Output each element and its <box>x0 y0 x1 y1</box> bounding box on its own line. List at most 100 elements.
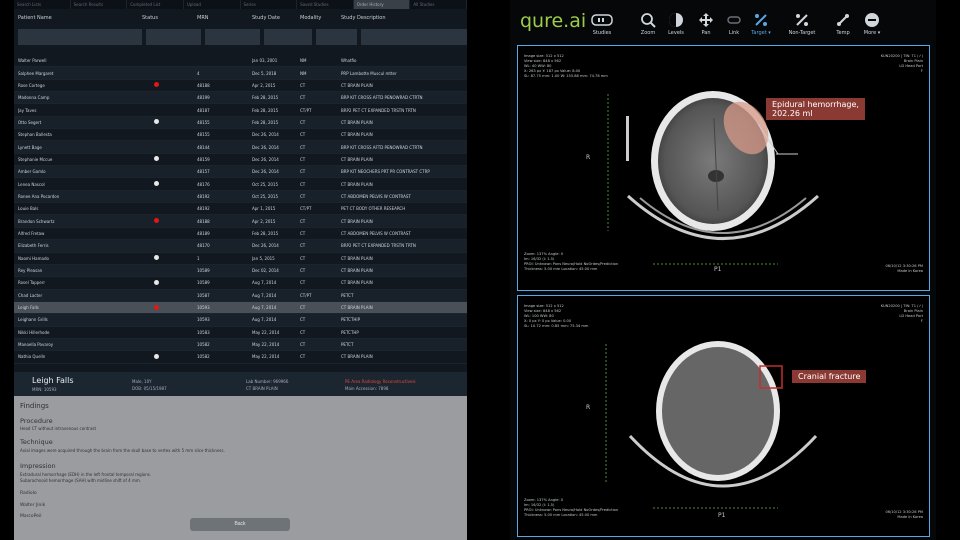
worklist-tab[interactable]: Order History <box>353 0 411 9</box>
worklist-tab[interactable]: Saved Studies <box>297 0 354 9</box>
column-filters <box>14 29 467 47</box>
worklist-tab[interactable]: Upload <box>184 0 241 9</box>
column-filter-input[interactable] <box>205 29 260 45</box>
table-row[interactable]: Chad Lacter 10587 Aug 7, 2014 CT/PT PETCT <box>14 289 467 302</box>
column-filter-input[interactable] <box>316 29 357 45</box>
column-filter-input[interactable] <box>264 29 312 45</box>
tool-label: Temp <box>836 30 850 36</box>
worklist-tab[interactable]: Series <box>241 0 298 9</box>
table-row[interactable]: Stephanie Mccue 48159 Dec 26, 2014 CT CT BRA… <box>14 154 467 167</box>
column-filter-input[interactable] <box>146 29 201 45</box>
table-row[interactable]: Lenea Nascol 48176 Oct 25, 2015 CT CT BRAIN … <box>14 178 467 191</box>
viewport1-info-bl: Zoom: 137% Angle: 0 Im: 16/32 (I: 1.5) P… <box>524 252 619 271</box>
cell-desc: CT BRAIN PLAIN <box>341 305 373 311</box>
worklist-tab[interactable]: Completed List <box>127 0 184 9</box>
cell-name: Lynett Bage <box>18 144 42 150</box>
cell-mrn: 10593 <box>197 305 210 311</box>
cell-name: Madonna Camp <box>18 95 50 101</box>
cell-desc: PET CT BODY OTHER RESEARCH <box>341 206 406 212</box>
table-row[interactable]: Lynett Bage 48144 Dec 26, 2014 CT BRP KIT CR… <box>14 141 467 154</box>
cell-mrn: 48192 <box>197 193 210 199</box>
table-row[interactable]: Stephan Ballesta 48155 Dec 26, 2014 CT CT BR… <box>14 129 467 142</box>
table-row[interactable]: Louie Bals 48192 Apr 1, 2015 CT/PT PET CT BO… <box>14 203 467 216</box>
viewport1-info-tl: Image size: 512 x 512 View size: 848 x 5… <box>524 54 608 78</box>
tool-levels-button[interactable]: Levels <box>662 12 690 36</box>
tool-target-button[interactable]: Target ▾ <box>747 12 775 36</box>
cell-date: Feb 28, 2015 <box>252 95 279 101</box>
cell-desc: PETCT <box>341 342 354 348</box>
cell-desc: BRP KIT CROSS AFTD PENOWRAD CTRTN <box>341 95 423 101</box>
procedure-text: Head CT without intravenous contrast <box>20 426 97 431</box>
table-row[interactable]: Salphee Margaret 4 Dec 5, 2018 NM PRP Lambot… <box>14 67 467 80</box>
table-row[interactable]: Rosel Tapperr 10589 Aug 7, 2014 CT CT BRAIN … <box>14 277 467 290</box>
viewport-bottom[interactable]: Image size: 512 x 512 View size: 848 x 5… <box>517 295 930 537</box>
cell-mod: CT/PT <box>300 206 312 212</box>
cell-date: Aug 7, 2014 <box>252 292 277 298</box>
table-row[interactable]: Manoella Pavaroy 10582 May 22, 2014 CT PETCT <box>14 338 467 352</box>
cell-mod: CT <box>300 354 306 360</box>
cell-desc: CT ABDOMEN PELVIS W CONTRAST <box>341 193 411 199</box>
table-row[interactable]: Nikki Hillerhode 10583 May 22, 2014 CT PETCT… <box>14 327 467 339</box>
tool-zoom-button[interactable]: Zoom <box>634 12 662 36</box>
cell-name: Lenea Nascol <box>18 181 45 187</box>
column-header[interactable]: Status <box>142 15 197 29</box>
viewport2-orient-left: R <box>586 404 591 411</box>
cell-name: Leigh Falls <box>18 305 39 311</box>
cell-desc: CT BRAIN PLAIN <box>341 218 373 224</box>
tool-link-button[interactable]: Link <box>720 12 748 36</box>
tool-studies-button[interactable]: Studies <box>588 12 616 36</box>
viewport1-orient-bottom: P1 <box>714 266 722 273</box>
table-row[interactable]: Otto Segert 48155 Feb 28, 2015 CT CT BRAIN P… <box>14 116 467 130</box>
cell-name: Naomi Hamado <box>18 255 49 261</box>
column-header[interactable]: Patient Name <box>18 15 142 29</box>
tool-pan-button[interactable]: Pan <box>692 12 720 36</box>
tool-more-button[interactable]: More ▾ <box>858 12 886 36</box>
table-row[interactable]: Elizabeth Ferris 48170 Dec 26, 2014 CT BRP2 … <box>14 240 467 253</box>
column-header[interactable]: MRN <box>197 15 252 29</box>
table-row[interactable]: Naomi Hamado 1 Jan 5, 2015 CT CT BRAIN PLAIN <box>14 253 467 265</box>
findings-heading: Findings <box>20 402 49 410</box>
table-row[interactable]: Leighann Grills 10593 Aug 7, 2014 CT PETCTHI… <box>14 314 467 327</box>
cell-mod: CT <box>300 243 306 249</box>
table-row[interactable]: Leigh Falls 10593 Aug 7, 2014 CT CT BRAIN PL… <box>14 301 467 315</box>
cell-mrn: 48176 <box>197 181 210 187</box>
table-row[interactable]: Brandon Schwartz 48188 Apr 2, 2015 CT CT BRA… <box>14 215 467 228</box>
cell-mrn: 48188 <box>197 218 210 224</box>
viewport-top[interactable]: Image size: 512 x 512 View size: 848 x 5… <box>517 45 930 291</box>
table-row[interactable]: Rose Cortege 48188 Apr 2, 2015 CT CT BRAIN P… <box>14 80 467 93</box>
column-header[interactable]: Study Date <box>252 15 300 29</box>
column-filter-input[interactable] <box>361 29 467 45</box>
column-filter-input[interactable] <box>18 29 142 45</box>
hemorrhage-annotation-label: Epidural hemorrhage, 202.26 ml <box>766 98 865 120</box>
cell-date: Apr 1, 2015 <box>252 206 276 212</box>
worklist-tab[interactable]: Search Lists <box>14 0 71 9</box>
status-dot-icon <box>154 156 159 162</box>
viewport2-orient-bottom: P1 <box>718 512 726 519</box>
column-header[interactable]: Modality <box>300 15 341 29</box>
cell-mod: CT <box>300 169 306 175</box>
table-row[interactable]: Amber Gamlo 48157 Dec 26, 2014 CT BRP KIT NE… <box>14 166 467 179</box>
worklist-tab[interactable]: All Studies <box>410 0 467 9</box>
table-row[interactable]: Nathia Quelln 10582 May 22, 2014 CT CT BRAIN… <box>14 351 467 364</box>
table-row[interactable]: Rey Pleasan 10589 Dec 02, 2014 CT CT BRAIN P… <box>14 264 467 278</box>
cell-date: Aug 7, 2014 <box>252 280 277 286</box>
table-row[interactable]: Alfred Fretaw 48189 Feb 28, 2015 CT CT ABDOM… <box>14 228 467 241</box>
status-dot-icon <box>154 304 159 310</box>
tool-non-target-button[interactable]: Non-Target <box>788 12 816 36</box>
technique-heading: Technique <box>20 438 53 446</box>
table-row[interactable]: Walter Parwell Jan 03, 2001 NM Whatfio <box>14 55 467 68</box>
pan-icon <box>692 12 720 28</box>
table-row[interactable]: Ronee Ana Pocardon 48192 Oct 25, 2015 CT CT … <box>14 190 467 204</box>
cell-date: Oct 25, 2015 <box>252 193 278 199</box>
cell-mrn: 10593 <box>197 317 210 323</box>
cell-mrn: 48144 <box>197 144 210 150</box>
column-header[interactable]: Study Description <box>341 15 461 29</box>
viewport2-info-tr: KUN20200 | TIN: T1 (✓) Brain Plain LD He… <box>880 304 923 323</box>
back-button[interactable]: Back <box>190 518 290 531</box>
cell-mrn: 48188 <box>197 82 210 88</box>
tool-temp-button[interactable]: Temp <box>829 12 857 36</box>
cell-desc: PRP Lambotte Muscul mtter <box>341 70 397 76</box>
table-row[interactable]: Madonna Camp 48199 Feb 28, 2015 CT BRP KIT C… <box>14 92 467 105</box>
worklist-tab[interactable]: Search Results <box>71 0 128 9</box>
table-row[interactable]: Jay Taves 48187 Feb 28, 2015 CT/PT BRP2 PET … <box>14 104 467 117</box>
